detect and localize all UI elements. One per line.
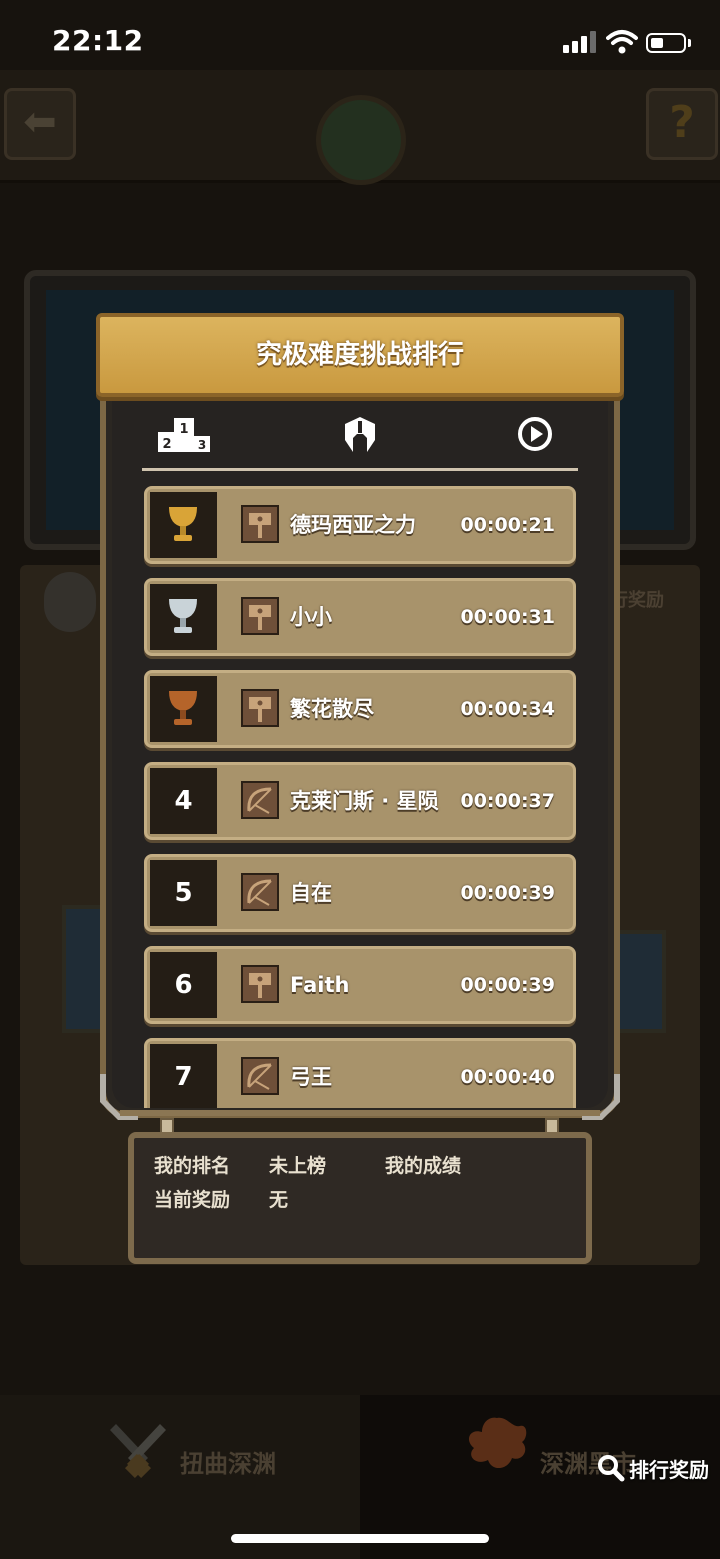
rank-number: 6 xyxy=(174,970,193,1000)
hammer-class-icon xyxy=(241,689,279,727)
bow-class-icon xyxy=(241,873,279,911)
splat-icon xyxy=(468,1417,527,1469)
search-icon xyxy=(598,1455,625,1482)
player-name: 小小 xyxy=(290,605,332,629)
ranking-row[interactable]: 小小 00:00:31 xyxy=(144,578,576,656)
portal-icon xyxy=(316,95,406,185)
player-time: 00:00:39 xyxy=(460,974,555,996)
play-clock-icon[interactable] xyxy=(517,416,553,452)
ranking-row[interactable]: 4 克莱门斯 · 星陨 00:00:37 xyxy=(144,762,576,840)
player-time: 00:00:39 xyxy=(460,882,555,904)
player-name: 德玛西亚之力 xyxy=(290,513,416,537)
rank-number: 7 xyxy=(174,1062,193,1092)
podium-digit-3: 3 xyxy=(198,438,206,452)
gold-cup-icon xyxy=(169,507,197,541)
hammer-class-icon xyxy=(241,965,279,1003)
helmet-icon[interactable] xyxy=(343,416,377,454)
home-indicator[interactable] xyxy=(231,1534,489,1543)
bow-class-icon xyxy=(241,1057,279,1095)
question-mark-icon: ? xyxy=(669,97,695,148)
current-reward-label: 当前奖励 xyxy=(154,1189,231,1211)
player-time: 00:00:21 xyxy=(460,514,555,536)
podium-icon[interactable]: 1 2 3 xyxy=(156,414,212,454)
podium-digit-2: 2 xyxy=(162,437,171,452)
player-name: Faith xyxy=(290,973,350,997)
back-arrow-icon: ⬅ xyxy=(23,99,57,145)
header-divider xyxy=(142,468,578,471)
podium-digit-1: 1 xyxy=(179,422,188,437)
hammer-class-icon xyxy=(241,505,279,543)
bow-class-icon xyxy=(241,781,279,819)
back-button[interactable]: ⬅ xyxy=(4,88,76,160)
ranking-row[interactable]: 7 弓王 00:00:40 xyxy=(144,1038,576,1108)
ranking-row[interactable]: 6 Faith 00:00:39 xyxy=(144,946,576,1024)
my-rank-label: 我的排名 xyxy=(154,1155,231,1177)
status-time: 22:12 xyxy=(52,24,144,57)
my-score-label: 我的成绩 xyxy=(385,1155,462,1177)
current-reward-value: 无 xyxy=(269,1189,289,1211)
silver-cup-icon xyxy=(169,599,197,633)
ranking-row[interactable]: 5 自在 00:00:39 xyxy=(144,854,576,932)
player-time: 00:00:31 xyxy=(460,606,555,628)
modal-title: 究极难度挑战排行 xyxy=(255,340,464,370)
ranking-row[interactable]: 繁花散尽 00:00:34 xyxy=(144,670,576,748)
crossed-swords-icon xyxy=(110,1424,166,1478)
bronze-cup-icon xyxy=(169,691,197,725)
player-time: 00:00:40 xyxy=(460,1066,555,1088)
rank-number: 5 xyxy=(174,878,193,908)
background-card-right xyxy=(616,930,666,1033)
rank-number: 4 xyxy=(174,786,193,816)
hammer-class-icon xyxy=(241,597,279,635)
ranking-reward-search-button[interactable]: 排行奖励 xyxy=(597,1451,709,1485)
player-time: 00:00:37 xyxy=(460,790,555,812)
ranking-list[interactable]: 德玛西亚之力 00:00:21 小小 00:00:31 繁花散尽 00:00:3… xyxy=(144,486,576,1108)
help-button[interactable]: ? xyxy=(646,88,718,160)
cellular-signal-icon xyxy=(563,30,599,54)
player-name: 繁花散尽 xyxy=(290,697,374,721)
pin-icon xyxy=(44,572,96,632)
battery-icon xyxy=(646,33,686,53)
ranking-row[interactable]: 德玛西亚之力 00:00:21 xyxy=(144,486,576,564)
tab-label-twisted-abyss: 扭曲深渊 xyxy=(180,1450,276,1478)
my-rank-value: 未上榜 xyxy=(269,1155,327,1177)
wifi-icon xyxy=(606,30,638,54)
player-name: 克莱门斯 · 星陨 xyxy=(290,789,439,813)
panel-rail xyxy=(120,1110,600,1116)
player-name: 弓王 xyxy=(290,1065,332,1089)
search-reward-label: 排行奖励 xyxy=(629,1457,709,1482)
player-time: 00:00:34 xyxy=(460,698,555,720)
player-name: 自在 xyxy=(290,881,332,905)
